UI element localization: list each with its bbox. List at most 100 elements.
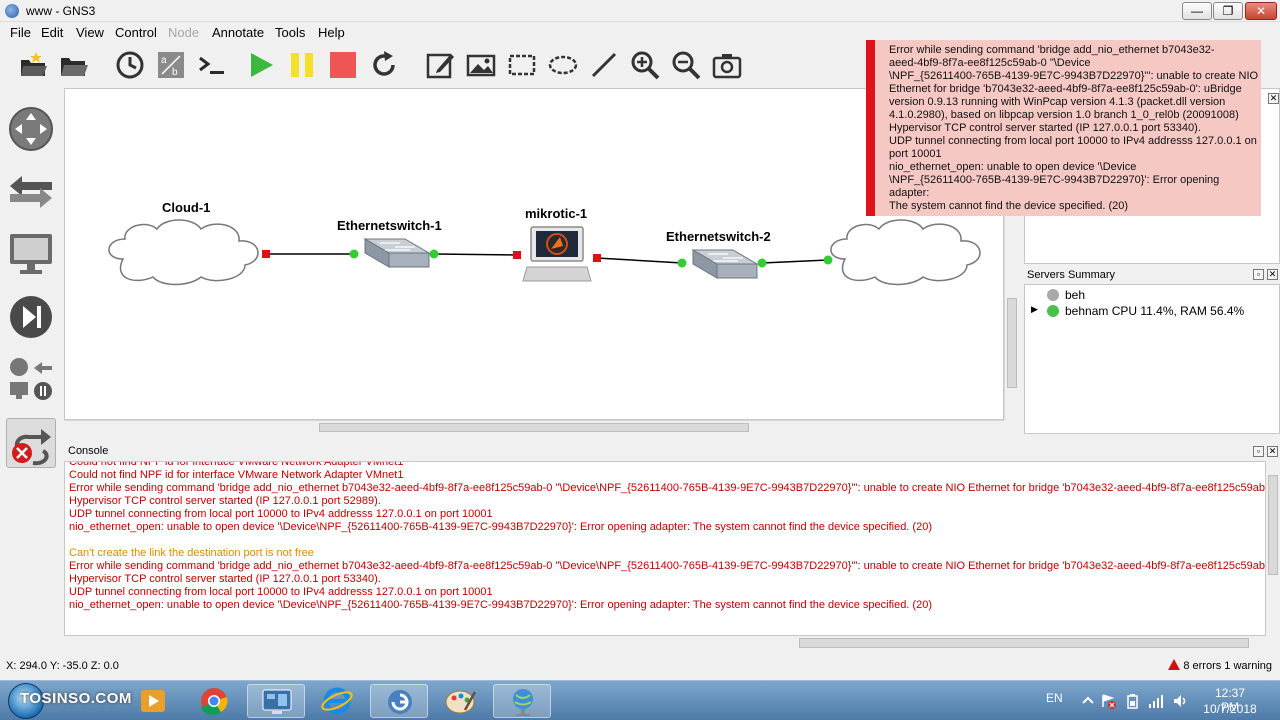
window-title: www - GNS3 bbox=[26, 4, 96, 18]
all-devices-icon[interactable] bbox=[6, 354, 56, 404]
console-line: Could not find NPF id for interface VMwa… bbox=[69, 461, 404, 468]
media-player-taskbar-icon[interactable] bbox=[125, 684, 183, 718]
switches-icon[interactable] bbox=[6, 166, 56, 216]
end-devices-icon[interactable] bbox=[6, 228, 56, 278]
console-line: UDP tunnel connecting from local port 10… bbox=[69, 508, 493, 520]
clock-date[interactable]: 10/7/2018 bbox=[1200, 702, 1260, 716]
servers-summary-title: Servers Summary bbox=[1027, 269, 1116, 281]
scroll-thumb[interactable] bbox=[1268, 475, 1278, 575]
draw-rectangle-icon[interactable] bbox=[507, 50, 537, 80]
language-indicator[interactable]: EN bbox=[1046, 691, 1063, 705]
menu-control[interactable]: Control bbox=[115, 25, 157, 40]
console-line: nio_ethernet_open: unable to open device… bbox=[69, 599, 932, 611]
server-name: behnam CPU 11.4%, RAM 56.4% bbox=[1065, 304, 1245, 318]
open-project-icon[interactable] bbox=[58, 50, 88, 80]
server-row-behnam[interactable]: ▶ behnam CPU 11.4%, RAM 56.4% bbox=[1031, 304, 1245, 318]
panel-close-icon[interactable]: ✕ bbox=[1267, 446, 1278, 457]
mikrotic-1-node bbox=[522, 226, 592, 282]
chrome-taskbar-icon[interactable] bbox=[185, 684, 243, 718]
paint-taskbar-icon[interactable] bbox=[431, 684, 489, 718]
server-name: beh bbox=[1065, 288, 1086, 302]
console-line: Error while sending command 'bridge add_… bbox=[69, 560, 1266, 572]
node-label-ethernetswitch-1[interactable]: Ethernetswitch-1 bbox=[337, 218, 442, 233]
remote-desktop-taskbar-icon[interactable] bbox=[247, 684, 305, 718]
svg-text:a: a bbox=[161, 55, 167, 66]
add-link-icon[interactable] bbox=[6, 418, 56, 468]
title-bar: www - GNS3 — ❐ ✕ bbox=[0, 0, 1280, 22]
console-all-icon[interactable] bbox=[197, 50, 227, 80]
minimize-button[interactable]: — bbox=[1182, 2, 1212, 20]
suspend-all-icon[interactable] bbox=[287, 50, 317, 80]
panel-float-icon[interactable]: ▫ bbox=[1253, 269, 1264, 280]
tray-expand-icon[interactable] bbox=[1080, 693, 1096, 709]
reload-all-icon[interactable] bbox=[369, 50, 399, 80]
link-switch1-mikrotik bbox=[433, 253, 518, 256]
menu-file[interactable]: File bbox=[10, 25, 31, 40]
insert-image-icon[interactable] bbox=[466, 50, 496, 80]
add-note-icon[interactable] bbox=[425, 50, 455, 80]
network-globe-taskbar-icon[interactable] bbox=[493, 684, 551, 718]
link-switch2-cloud2 bbox=[761, 259, 829, 264]
panel-close-icon[interactable]: ✕ bbox=[1268, 93, 1279, 104]
error-popup-line: version 0.9.13 running with WinPcap vers… bbox=[889, 96, 1226, 108]
gns3-taskbar-icon[interactable] bbox=[370, 684, 428, 718]
node-label-cloud-1[interactable]: Cloud-1 bbox=[162, 200, 210, 215]
menu-view[interactable]: View bbox=[76, 25, 104, 40]
console-line: Could not find NPF id for interface VMwa… bbox=[69, 469, 404, 481]
zoom-out-icon[interactable] bbox=[671, 50, 701, 80]
port-up-switch1-left bbox=[349, 249, 359, 259]
menu-edit[interactable]: Edit bbox=[41, 25, 63, 40]
routers-icon[interactable] bbox=[6, 104, 56, 154]
toggle-interface-labels-icon[interactable]: ab bbox=[156, 50, 186, 80]
console-warning-line: Can't create the link the destination po… bbox=[69, 547, 314, 559]
console-line: Hypervisor TCP control server started (I… bbox=[69, 573, 381, 585]
expand-arrow-icon[interactable]: ▶ bbox=[1031, 304, 1038, 315]
error-popup-line: \NPF_{52611400-765B-4139-9E7C-9943B7D229… bbox=[889, 70, 1259, 82]
node-label-mikrotic-1[interactable]: mikrotic-1 bbox=[525, 206, 587, 221]
port-up-switch1-right bbox=[429, 249, 439, 259]
error-notification-popup[interactable]: Error while sending command 'bridge add_… bbox=[866, 40, 1261, 216]
start-all-icon[interactable] bbox=[246, 50, 276, 80]
network-signal-icon[interactable] bbox=[1148, 693, 1164, 709]
internet-explorer-taskbar-icon[interactable] bbox=[308, 684, 366, 718]
stop-all-icon[interactable] bbox=[328, 50, 358, 80]
panel-close-icon[interactable]: ✕ bbox=[1267, 269, 1278, 280]
volume-icon[interactable] bbox=[1172, 693, 1188, 709]
console-line: Hypervisor TCP control server started (I… bbox=[69, 495, 381, 507]
errors-status[interactable]: 8 errors 1 warning bbox=[1168, 659, 1272, 672]
error-popup-line: Error while sending command 'bridge add_… bbox=[889, 44, 1215, 56]
draw-ellipse-icon[interactable] bbox=[548, 50, 578, 80]
menu-tools[interactable]: Tools bbox=[275, 25, 305, 40]
cloud-1-node bbox=[108, 219, 259, 286]
gns3-app-icon bbox=[5, 4, 19, 18]
console-output[interactable]: Could not find NPF id for interface VMwa… bbox=[64, 461, 1266, 636]
scroll-thumb[interactable] bbox=[319, 423, 749, 432]
error-popup-line: UDP tunnel connecting from local port 10… bbox=[889, 135, 1257, 147]
topology-canvas[interactable]: Cloud-1 Ethernetswitch-1 mikrotic-1 Ethe… bbox=[64, 88, 1004, 420]
panel-float-icon[interactable]: ▫ bbox=[1253, 446, 1264, 457]
zoom-in-icon[interactable] bbox=[630, 50, 660, 80]
server-status-icon bbox=[1047, 289, 1059, 301]
menu-help[interactable]: Help bbox=[318, 25, 345, 40]
server-row-beh[interactable]: beh bbox=[1033, 288, 1085, 302]
power-icon[interactable] bbox=[1124, 693, 1140, 709]
node-label-ethernetswitch-2[interactable]: Ethernetswitch-2 bbox=[666, 229, 771, 244]
screenshot-icon[interactable] bbox=[712, 50, 742, 80]
menu-node[interactable]: Node bbox=[168, 25, 199, 40]
draw-line-icon[interactable] bbox=[589, 50, 619, 80]
snapshot-icon[interactable] bbox=[115, 50, 145, 80]
svg-text:b: b bbox=[172, 67, 178, 78]
action-center-icon[interactable] bbox=[1100, 693, 1116, 709]
close-button[interactable]: ✕ bbox=[1245, 2, 1277, 20]
menu-annotate[interactable]: Annotate bbox=[212, 25, 264, 40]
new-project-icon[interactable] bbox=[18, 50, 48, 80]
security-devices-icon[interactable] bbox=[6, 292, 56, 342]
error-popup-line: port 10001 bbox=[889, 148, 942, 160]
scroll-thumb[interactable] bbox=[1007, 298, 1017, 388]
console-horizontal-scrollbar[interactable] bbox=[64, 636, 1266, 650]
scroll-thumb[interactable] bbox=[799, 638, 1249, 648]
maximize-button[interactable]: ❐ bbox=[1213, 2, 1243, 20]
canvas-horizontal-scrollbar[interactable] bbox=[64, 420, 1004, 433]
errors-count: 8 errors 1 warning bbox=[1183, 660, 1272, 672]
console-vertical-scrollbar[interactable] bbox=[1266, 461, 1280, 636]
